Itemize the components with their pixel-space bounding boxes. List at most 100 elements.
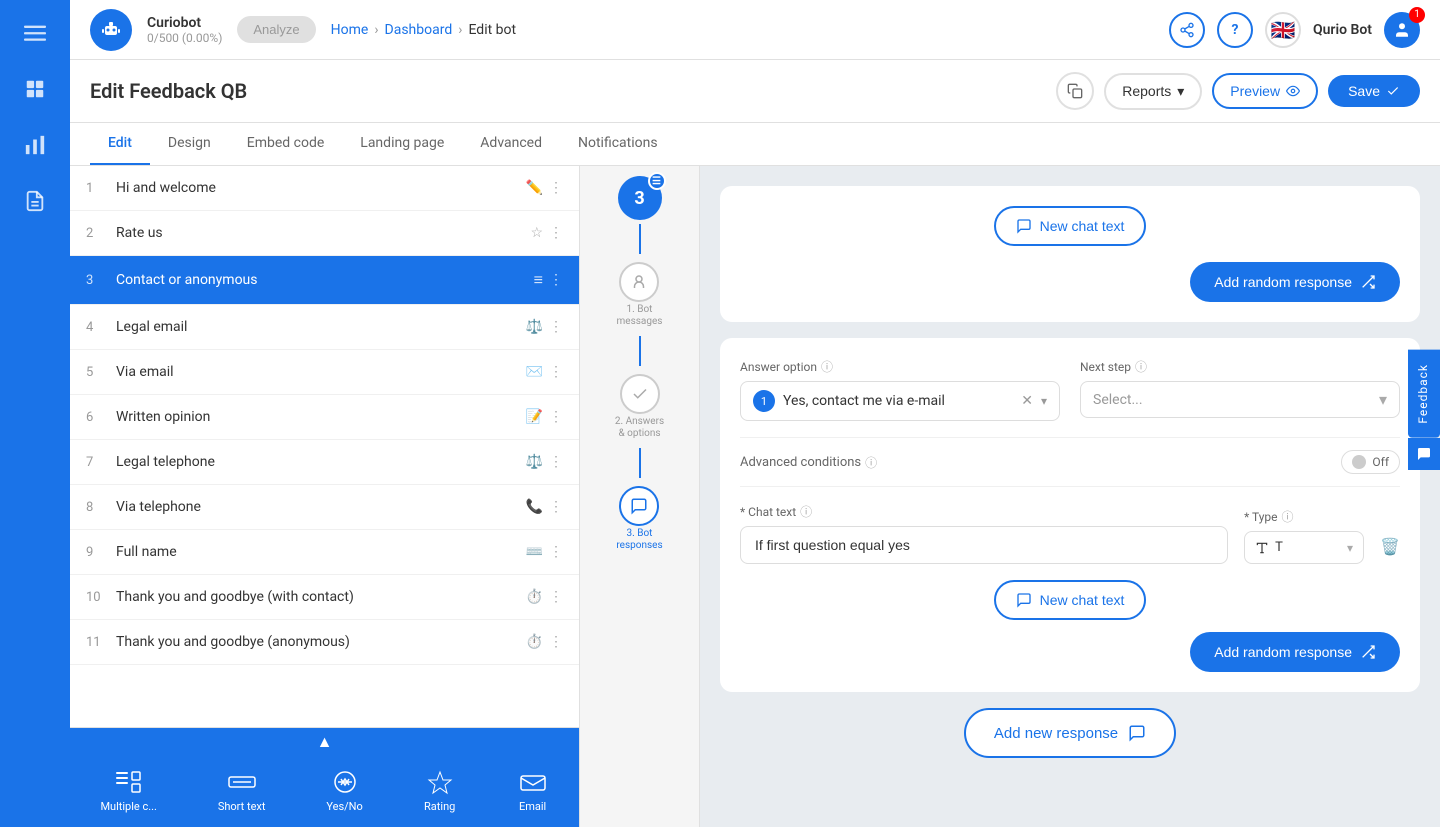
breadcrumb-dashboard[interactable]: Dashboard: [385, 22, 453, 38]
feedback-tab[interactable]: Feedback: [1408, 350, 1440, 438]
type-field: * Type ⓘ T ▾: [1244, 508, 1364, 564]
document-icon[interactable]: [17, 183, 53, 219]
breadcrumb-sep1: ›: [374, 22, 378, 38]
toolbar-item-rating[interactable]: Rating: [424, 768, 456, 813]
more-icon-10[interactable]: ⋮: [549, 589, 563, 605]
step-connector-1: [639, 224, 641, 254]
question-actions-8: 📞 ⋮: [526, 499, 563, 515]
step-label-3: 3. Botresponses: [616, 528, 662, 552]
tab-embed-code[interactable]: Embed code: [229, 123, 343, 165]
help-button[interactable]: ?: [1217, 12, 1253, 48]
toolbar-item-email[interactable]: Email: [517, 768, 549, 813]
more-icon-1[interactable]: ⋮: [549, 180, 563, 196]
question-label-3: Contact or anonymous: [116, 272, 524, 288]
dashboard-icon[interactable]: [17, 71, 53, 107]
language-selector[interactable]: 🇬🇧: [1265, 12, 1301, 48]
tab-design[interactable]: Design: [150, 123, 229, 165]
answer-dropdown-icon[interactable]: ▾: [1041, 394, 1047, 408]
next-step-group: Next step ⓘ Select... ▾: [1080, 358, 1400, 421]
analyze-button[interactable]: Analyze: [237, 16, 315, 43]
step-item-3[interactable]: 3. Botresponses: [616, 486, 662, 552]
question-label-9: Full name: [116, 544, 516, 560]
tab-notifications[interactable]: Notifications: [560, 123, 676, 165]
phone-icon-8[interactable]: 📞: [526, 499, 543, 515]
more-icon-7[interactable]: ⋮: [549, 454, 563, 470]
more-icon-11[interactable]: ⋮: [549, 634, 563, 650]
toggle-switch[interactable]: Off: [1341, 450, 1400, 474]
more-icon-9[interactable]: ⋮: [549, 544, 563, 560]
tab-advanced[interactable]: Advanced: [462, 123, 560, 165]
toolbar-toggle-button[interactable]: ▲: [317, 734, 333, 752]
top-bar: Curiobot 0/500 (0.00%) Analyze Home › Da…: [70, 0, 1440, 60]
question-num-2: 2: [86, 226, 106, 241]
question-item-7[interactable]: 7 Legal telephone ⚖️ ⋮: [70, 440, 579, 485]
tab-landing-page[interactable]: Landing page: [342, 123, 462, 165]
question-num-6: 6: [86, 410, 106, 425]
type-input[interactable]: T ▾: [1244, 531, 1364, 564]
star-icon-2[interactable]: ☆: [530, 225, 543, 241]
chat-text-input[interactable]: [740, 526, 1228, 564]
question-item-9[interactable]: 9 Full name ⌨️ ⋮: [70, 530, 579, 575]
timer-icon-10[interactable]: ⏱️: [526, 589, 543, 605]
question-item-4[interactable]: 4 Legal email ⚖️ ⋮: [70, 305, 579, 350]
breadcrumb-home[interactable]: Home: [331, 22, 369, 38]
chat-text-field: * Chat text ⓘ: [740, 503, 1228, 564]
step-item-1[interactable]: 1. Botmessages: [617, 262, 663, 328]
question-item-10[interactable]: 10 Thank you and goodbye (with contact) …: [70, 575, 579, 620]
next-step-input[interactable]: Select... ▾: [1080, 381, 1400, 418]
more-icon-6[interactable]: ⋮: [549, 409, 563, 425]
more-icon-4[interactable]: ⋮: [549, 319, 563, 335]
step-item-2[interactable]: 2. Answers& options: [615, 374, 664, 440]
type-info-icon: ⓘ: [1282, 508, 1294, 525]
timer-icon-11[interactable]: ⏱️: [526, 634, 543, 650]
menu-icon[interactable]: [17, 15, 53, 51]
reports-button[interactable]: Reports ▾: [1104, 73, 1202, 110]
question-item-1[interactable]: 1 Hi and welcome ✏️ ⋮: [70, 166, 579, 211]
toolbar-item-short-text[interactable]: Short text: [218, 768, 266, 813]
more-icon-3[interactable]: ⋮: [549, 272, 563, 288]
toolbar-label-email: Email: [519, 800, 546, 813]
next-step-label: Next step ⓘ: [1080, 358, 1400, 375]
answer-clear-icon[interactable]: ✕: [1021, 393, 1033, 409]
list-icon-3[interactable]: ≡: [534, 270, 543, 290]
delete-button[interactable]: 🗑️: [1380, 537, 1400, 556]
question-item-8[interactable]: 8 Via telephone 📞 ⋮: [70, 485, 579, 530]
right-panel: New chat text Add random response Answer…: [700, 166, 1440, 827]
chart-icon[interactable]: [17, 127, 53, 163]
add-new-response-button[interactable]: Add new response: [964, 708, 1176, 758]
question-item-11[interactable]: 11 Thank you and goodbye (anonymous) ⏱️ …: [70, 620, 579, 665]
feedback-message-icon[interactable]: [1408, 438, 1440, 470]
step-circle-2: [620, 374, 660, 414]
question-item-3[interactable]: 3 Contact or anonymous ≡ ⋮: [70, 256, 579, 305]
question-item-5[interactable]: 5 Via email ✉️ ⋮: [70, 350, 579, 395]
new-chat-text-button-2[interactable]: New chat text: [994, 580, 1147, 620]
tab-edit[interactable]: Edit: [90, 123, 150, 165]
save-button[interactable]: Save: [1328, 75, 1420, 107]
add-random-button-2[interactable]: Add random response: [1190, 632, 1400, 672]
keyboard-icon-9[interactable]: ⌨️: [526, 544, 543, 560]
toolbar-item-multiple[interactable]: Multiple c...: [100, 768, 157, 813]
edit-icon-1[interactable]: ✏️: [526, 180, 543, 196]
scale-icon-7[interactable]: ⚖️: [526, 454, 543, 470]
select-placeholder: Select...: [1093, 392, 1143, 408]
toolbar-item-yes-no[interactable]: Yes/No: [326, 768, 362, 813]
answer-option-input[interactable]: 1 Yes, contact me via e-mail ✕ ▾: [740, 381, 1060, 421]
step-label-2: 2. Answers& options: [615, 416, 664, 440]
email-icon-5[interactable]: ✉️: [526, 364, 543, 380]
notification-badge[interactable]: 1: [1384, 12, 1420, 48]
more-icon-8[interactable]: ⋮: [549, 499, 563, 515]
question-actions-6: 📝 ⋮: [526, 409, 563, 425]
new-chat-text-button-1[interactable]: New chat text: [994, 206, 1147, 246]
reports-chevron-icon: ▾: [1177, 83, 1184, 100]
add-random-button-1[interactable]: Add random response: [1190, 262, 1400, 302]
rating-icon: [424, 768, 456, 796]
text-icon-6[interactable]: 📝: [526, 409, 543, 425]
more-icon-2[interactable]: ⋮: [549, 225, 563, 241]
more-icon-5[interactable]: ⋮: [549, 364, 563, 380]
question-item-6[interactable]: 6 Written opinion 📝 ⋮: [70, 395, 579, 440]
question-item-2[interactable]: 2 Rate us ☆ ⋮: [70, 211, 579, 256]
preview-button[interactable]: Preview: [1212, 73, 1318, 109]
share-button[interactable]: [1169, 12, 1205, 48]
scale-icon-4[interactable]: ⚖️: [526, 319, 543, 335]
copy-button[interactable]: [1056, 72, 1094, 110]
